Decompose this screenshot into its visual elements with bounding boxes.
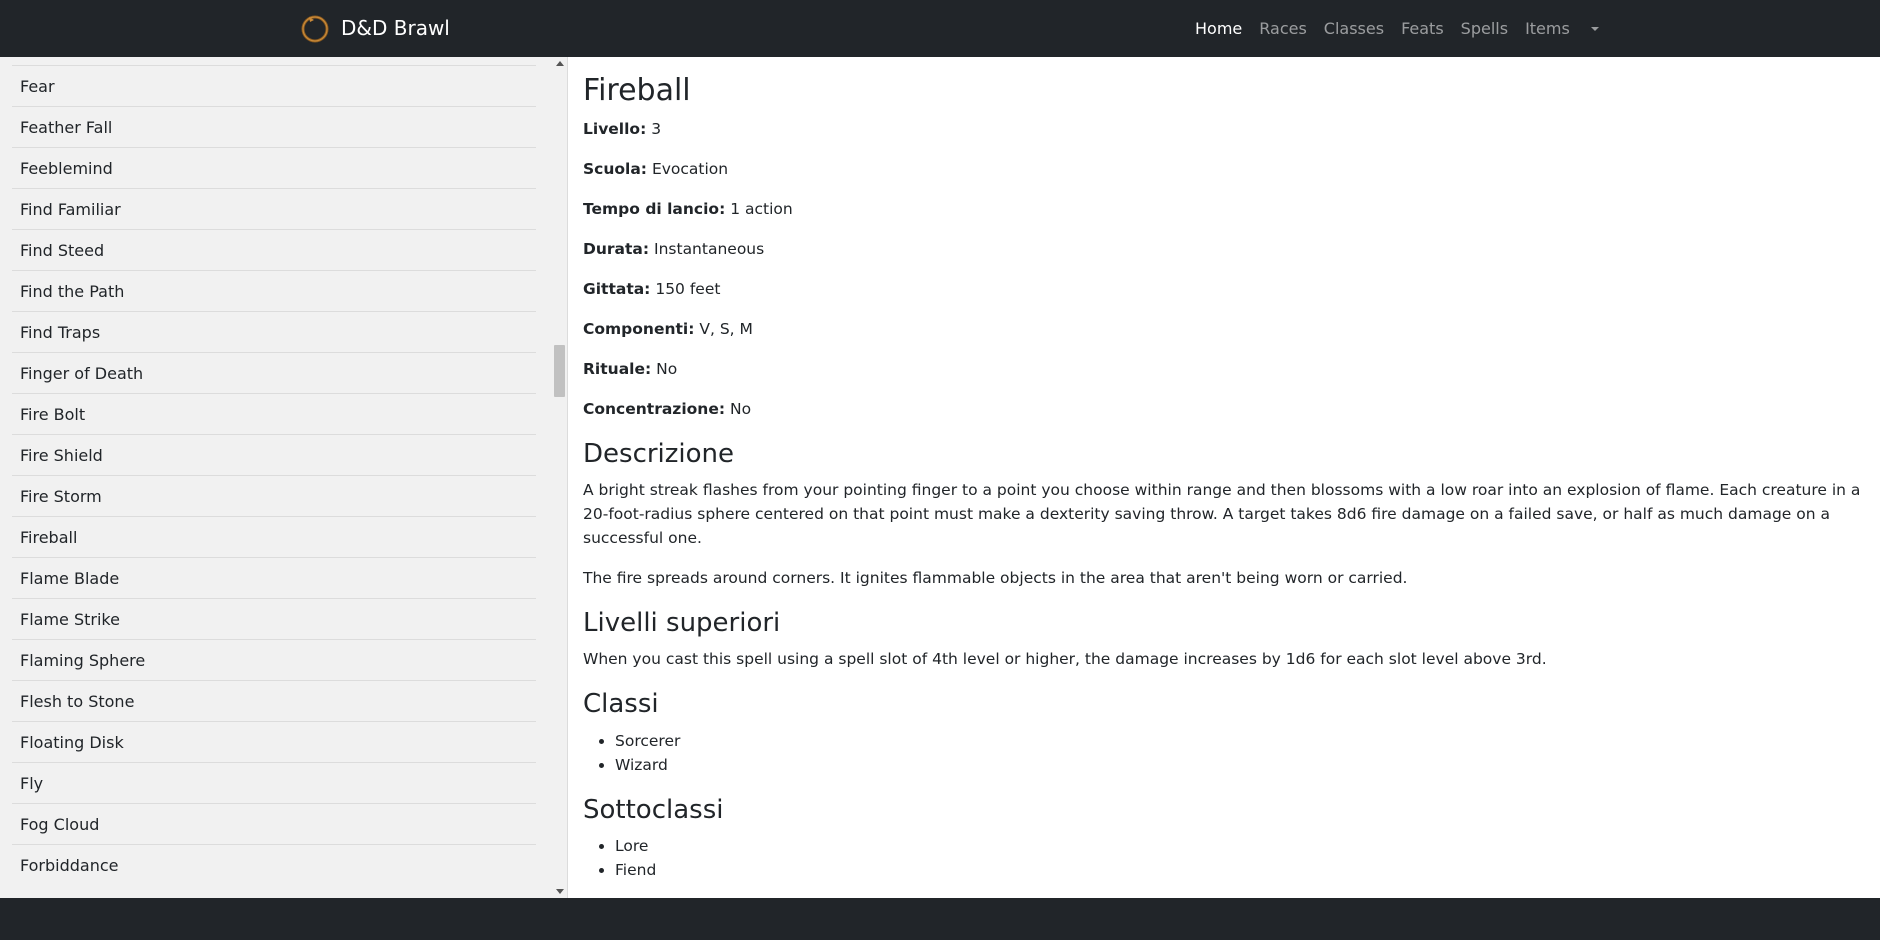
sidebar-item[interactable]: Forbiddance	[12, 844, 536, 885]
spell-property: Tempo di lancio: 1 action	[583, 197, 1880, 221]
higher-levels-text: When you cast this spell using a spell s…	[583, 650, 1547, 669]
list-item: Sorcerer	[615, 729, 1880, 753]
property-label: Concentrazione:	[583, 400, 726, 418]
sidebar-item[interactable]: Floating Disk	[12, 721, 536, 762]
sidebar-scrollbar[interactable]	[552, 57, 567, 898]
property-value: Evocation	[651, 160, 729, 178]
property-label: Scuola:	[583, 160, 648, 178]
property-value: 1 action	[730, 200, 793, 218]
sidebar-item[interactable]: Fog Cloud	[12, 803, 536, 844]
ouroboros-logo-icon	[301, 15, 329, 43]
spell-property: Durata: Instantaneous	[583, 237, 1880, 261]
higher-levels-heading: Livelli superiori	[583, 608, 781, 639]
property-label: Livello:	[583, 120, 647, 138]
scroll-up-arrow-icon[interactable]	[556, 61, 564, 66]
property-label: Tempo di lancio:	[583, 200, 726, 218]
list-item: Lore	[615, 834, 1880, 858]
sidebar-item[interactable]: Fire Shield	[12, 434, 536, 475]
sidebar-item[interactable]: Fear	[12, 65, 536, 106]
spell-property: Scuola: Evocation	[583, 157, 1880, 181]
main-nav: Home Races Classes Feats Spells Items	[1195, 0, 1602, 57]
nav-link-items[interactable]: Items	[1525, 19, 1570, 38]
property-label: Gittata:	[583, 280, 651, 298]
sidebar-item[interactable]: Find the Path	[12, 270, 536, 311]
property-value: No	[656, 360, 678, 378]
spell-property: Gittata: 150 feet	[583, 277, 1880, 301]
sidebar-item[interactable]: Find Familiar	[12, 188, 536, 229]
property-value: V, S, M	[699, 320, 753, 338]
classes-list: Sorcerer Wizard	[583, 729, 1880, 777]
caret-down-icon	[1590, 26, 1599, 31]
sidebar-item[interactable]: Fly	[12, 762, 536, 803]
top-navbar: D&D Brawl Home Races Classes Feats Spell…	[0, 0, 1880, 57]
nav-dropdown-toggle[interactable]	[1588, 19, 1602, 39]
sidebar-item[interactable]: Feeblemind	[12, 147, 536, 188]
property-label: Componenti:	[583, 320, 695, 338]
sidebar-item[interactable]: Find Steed	[12, 229, 536, 270]
sidebar-item[interactable]: Find Traps	[12, 311, 536, 352]
spell-list-sidebar: Fear Feather Fall Feeblemind Find Familiar F…	[0, 57, 568, 898]
nav-link-classes[interactable]: Classes	[1324, 19, 1384, 38]
scrollbar-thumb[interactable]	[554, 345, 565, 397]
sidebar-item[interactable]: Fireball	[12, 516, 536, 557]
property-label: Rituale:	[583, 360, 652, 378]
sidebar-item[interactable]: Flame Blade	[12, 557, 536, 598]
nav-link-feats[interactable]: Feats	[1401, 19, 1444, 38]
spell-title: Fireball	[583, 73, 691, 108]
property-value: No	[729, 400, 752, 418]
spell-property: Componenti: V, S, M	[583, 317, 1880, 341]
sidebar-item[interactable]: Fire Bolt	[12, 393, 536, 434]
nav-link-spells[interactable]: Spells	[1461, 19, 1508, 38]
spell-property: Livello: 3	[583, 117, 1880, 141]
property-value: 3	[651, 120, 662, 138]
nav-link-races[interactable]: Races	[1259, 19, 1307, 38]
description-paragraph: The fire spreads around corners. It igni…	[583, 569, 1408, 588]
scroll-down-arrow-icon[interactable]	[556, 889, 564, 894]
subclasses-list: Lore Fiend	[583, 834, 1880, 882]
sidebar-item[interactable]: Flame Strike	[12, 598, 536, 639]
classes-heading: Classi	[583, 689, 659, 720]
list-item: Wizard	[615, 753, 1880, 777]
sidebar-item[interactable]: Fire Storm	[12, 475, 536, 516]
sidebar-item[interactable]: Flesh to Stone	[12, 680, 536, 721]
description-heading: Descrizione	[583, 439, 735, 469]
brand-name: D&D Brawl	[341, 16, 450, 40]
subclasses-heading: Sottoclassi	[583, 794, 724, 825]
property-value: 150 feet	[655, 280, 721, 298]
spell-properties: Livello: 3 Scuola: Evocation Tempo di lanc…	[583, 117, 1880, 421]
sidebar-item[interactable]: Finger of Death	[12, 352, 536, 393]
description-paragraph: A bright streak flashes from your pointi…	[583, 481, 1861, 548]
property-label: Durata:	[583, 240, 650, 258]
list-item: Fiend	[615, 858, 1880, 882]
sidebar-item[interactable]: Flaming Sphere	[12, 639, 536, 680]
sidebar-item[interactable]: Feather Fall	[12, 106, 536, 147]
spell-property: Rituale: No	[583, 357, 1880, 381]
spell-list: Fear Feather Fall Feeblemind Find Familiar F…	[12, 65, 536, 885]
spell-property: Concentrazione: No	[583, 397, 1880, 421]
property-value: Instantaneous	[654, 240, 765, 258]
brand-link[interactable]: D&D Brawl	[299, 12, 450, 44]
spell-detail: Fireball Livello: 3 Scuola: Evocation Temp…	[568, 57, 1880, 898]
nav-link-home[interactable]: Home	[1195, 19, 1242, 38]
